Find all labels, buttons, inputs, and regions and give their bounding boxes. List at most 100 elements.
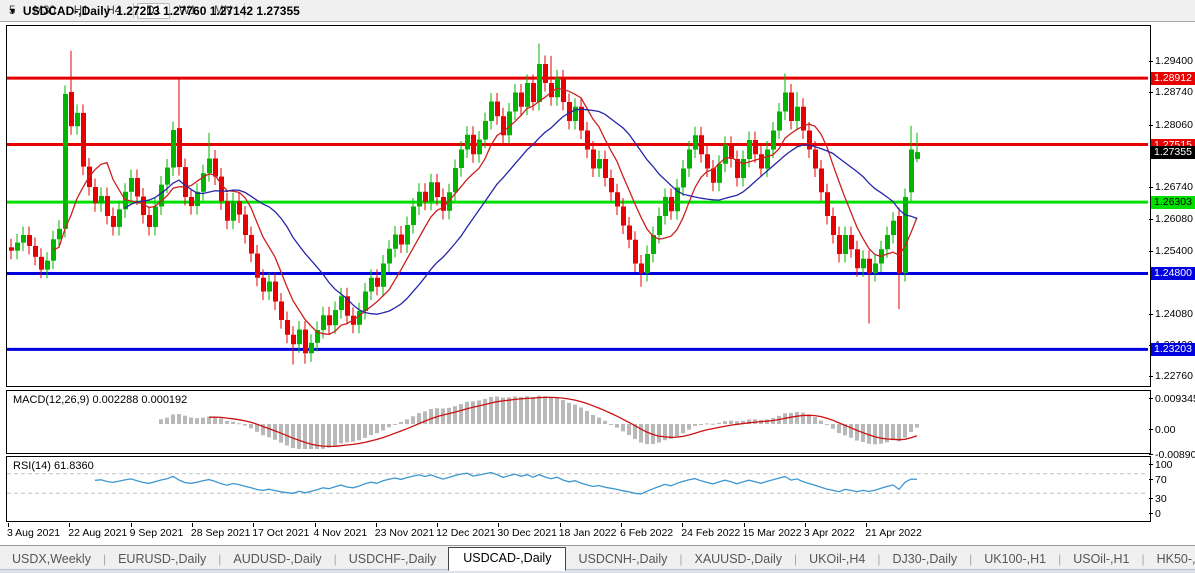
price-tick-mark	[1149, 314, 1153, 315]
candle-body	[219, 177, 224, 202]
price-tick-mark	[1149, 187, 1153, 188]
tab-usdchf-daily[interactable]: USDCHF-,Daily	[337, 549, 449, 570]
chart-tab-bar: USDX,Weekly|EURUSD-,Daily|AUDUSD-,Daily|…	[0, 545, 1195, 570]
tab-eurusd-daily[interactable]: EURUSD-,Daily	[106, 549, 218, 570]
candle-body	[831, 216, 836, 235]
macd-histogram-bar	[477, 400, 481, 424]
candle-body	[717, 164, 722, 183]
candle-body	[627, 226, 632, 240]
candle-body	[183, 167, 188, 197]
macd-histogram-bar	[459, 404, 463, 424]
date-tick-label: 18 Jan 2022	[559, 527, 617, 539]
rsi-tick-mark	[1149, 513, 1153, 514]
candle-body	[309, 343, 314, 353]
candle-body	[591, 150, 596, 169]
macd-histogram-bar	[159, 419, 163, 424]
macd-tick-mark	[1149, 398, 1153, 399]
macd-panel[interactable]: MACD(12,26,9) 0.002288 0.000192	[6, 390, 1151, 454]
candle-body	[111, 216, 116, 227]
price-level-badge: 1.23203	[1151, 343, 1195, 356]
price-tick-label: 1.28060	[1155, 119, 1193, 131]
macd-histogram-bar	[603, 421, 607, 424]
slow-ma-line	[125, 109, 917, 314]
candle-body	[705, 154, 710, 168]
candle-body	[639, 264, 644, 274]
tab-ukoil-h4[interactable]: UKOil-,H4	[797, 549, 877, 570]
tab-uk100-h1[interactable]: UK100-,H1	[972, 549, 1058, 570]
candle-body	[399, 235, 404, 245]
macd-histogram-bar	[219, 418, 223, 424]
trading-platform-window: 5M30H1H4D1W1MN ▼ USDCAD-,Daily 1.27213 1…	[0, 0, 1195, 573]
tab-usdx-weekly[interactable]: USDX,Weekly	[0, 549, 103, 570]
rsi-chart	[7, 457, 1148, 519]
candle-body	[633, 240, 638, 264]
candle-body	[579, 107, 584, 131]
candle-body	[825, 192, 830, 216]
macd-histogram-bar	[483, 399, 487, 424]
tab-usdcad-daily[interactable]: USDCAD-,Daily	[448, 547, 566, 571]
price-axis: 1.294001.287401.280601.267401.260801.254…	[1149, 22, 1195, 542]
tab-xauusd-daily[interactable]: XAUUSD-,Daily	[682, 549, 794, 570]
macd-histogram-bar	[411, 416, 415, 424]
macd-tick-mark	[1149, 454, 1153, 455]
candle-body	[171, 130, 176, 168]
candle-body	[537, 64, 542, 102]
candle-body	[549, 83, 554, 97]
price-chart-panel[interactable]	[6, 25, 1151, 387]
date-tick-label: 12 Dec 2021	[436, 527, 496, 539]
date-tick-label: 17 Oct 2021	[252, 527, 309, 539]
tab-usdcnh-daily[interactable]: USDCNH-,Daily	[566, 549, 679, 570]
macd-histogram-bar	[831, 424, 835, 429]
macd-histogram-bar	[675, 424, 679, 436]
candle-body	[909, 150, 914, 193]
candle-body	[393, 235, 398, 249]
candle-body	[885, 235, 890, 249]
candle-body	[519, 93, 524, 107]
macd-histogram-bar	[561, 400, 565, 424]
macd-histogram-bar	[213, 417, 217, 424]
macd-histogram-bar	[693, 424, 697, 426]
price-tick-label: 1.25400	[1155, 245, 1193, 257]
price-level-badge: 1.26303	[1151, 196, 1195, 209]
macd-histogram-bar	[891, 424, 895, 440]
rsi-tick-label: 0	[1155, 508, 1161, 520]
macd-histogram-bar	[381, 424, 385, 430]
macd-histogram-bar	[399, 422, 403, 424]
tab-hk50-h1[interactable]: HK50-,H1	[1145, 549, 1195, 570]
macd-histogram-bar	[201, 418, 205, 424]
macd-histogram-bar	[879, 424, 883, 444]
candle-body	[177, 128, 182, 167]
date-tick-label: 22 Aug 2021	[68, 527, 127, 539]
candle-body	[333, 310, 338, 325]
macd-histogram-bar	[903, 424, 907, 438]
candle-body	[129, 178, 134, 192]
candle-body	[783, 93, 788, 112]
candle-body	[267, 282, 272, 292]
tab-audusd-daily[interactable]: AUDUSD-,Daily	[221, 549, 333, 570]
date-tick-label: 28 Sep 2021	[191, 527, 251, 539]
candle-body	[777, 112, 782, 131]
rsi-panel[interactable]: RSI(14) 61.8360	[6, 456, 1151, 522]
tab-dj30-daily[interactable]: DJ30-,Daily	[881, 549, 970, 570]
macd-histogram-bar	[699, 424, 703, 425]
macd-histogram-bar	[495, 397, 499, 424]
candle-body	[699, 135, 704, 154]
candle-body	[273, 282, 278, 302]
candle-body	[543, 64, 548, 83]
candle-body	[105, 196, 110, 216]
macd-histogram-bar	[471, 401, 475, 424]
candle-body	[321, 315, 326, 330]
macd-histogram-bar	[687, 424, 691, 430]
tab-usoil-h1[interactable]: USOil-,H1	[1061, 549, 1141, 570]
candle-body	[327, 315, 332, 325]
rsi-line	[95, 473, 917, 494]
macd-histogram-bar	[585, 411, 589, 424]
candle-body	[723, 145, 728, 164]
candle-body	[303, 330, 308, 354]
candle-body	[339, 296, 344, 310]
candle-body	[363, 292, 368, 311]
price-tick-mark	[1149, 125, 1153, 126]
date-tick-label: 15 Mar 2022	[743, 527, 802, 539]
chart-symbol-label: USDCAD-,Daily	[23, 4, 110, 18]
candle-body	[531, 83, 536, 102]
